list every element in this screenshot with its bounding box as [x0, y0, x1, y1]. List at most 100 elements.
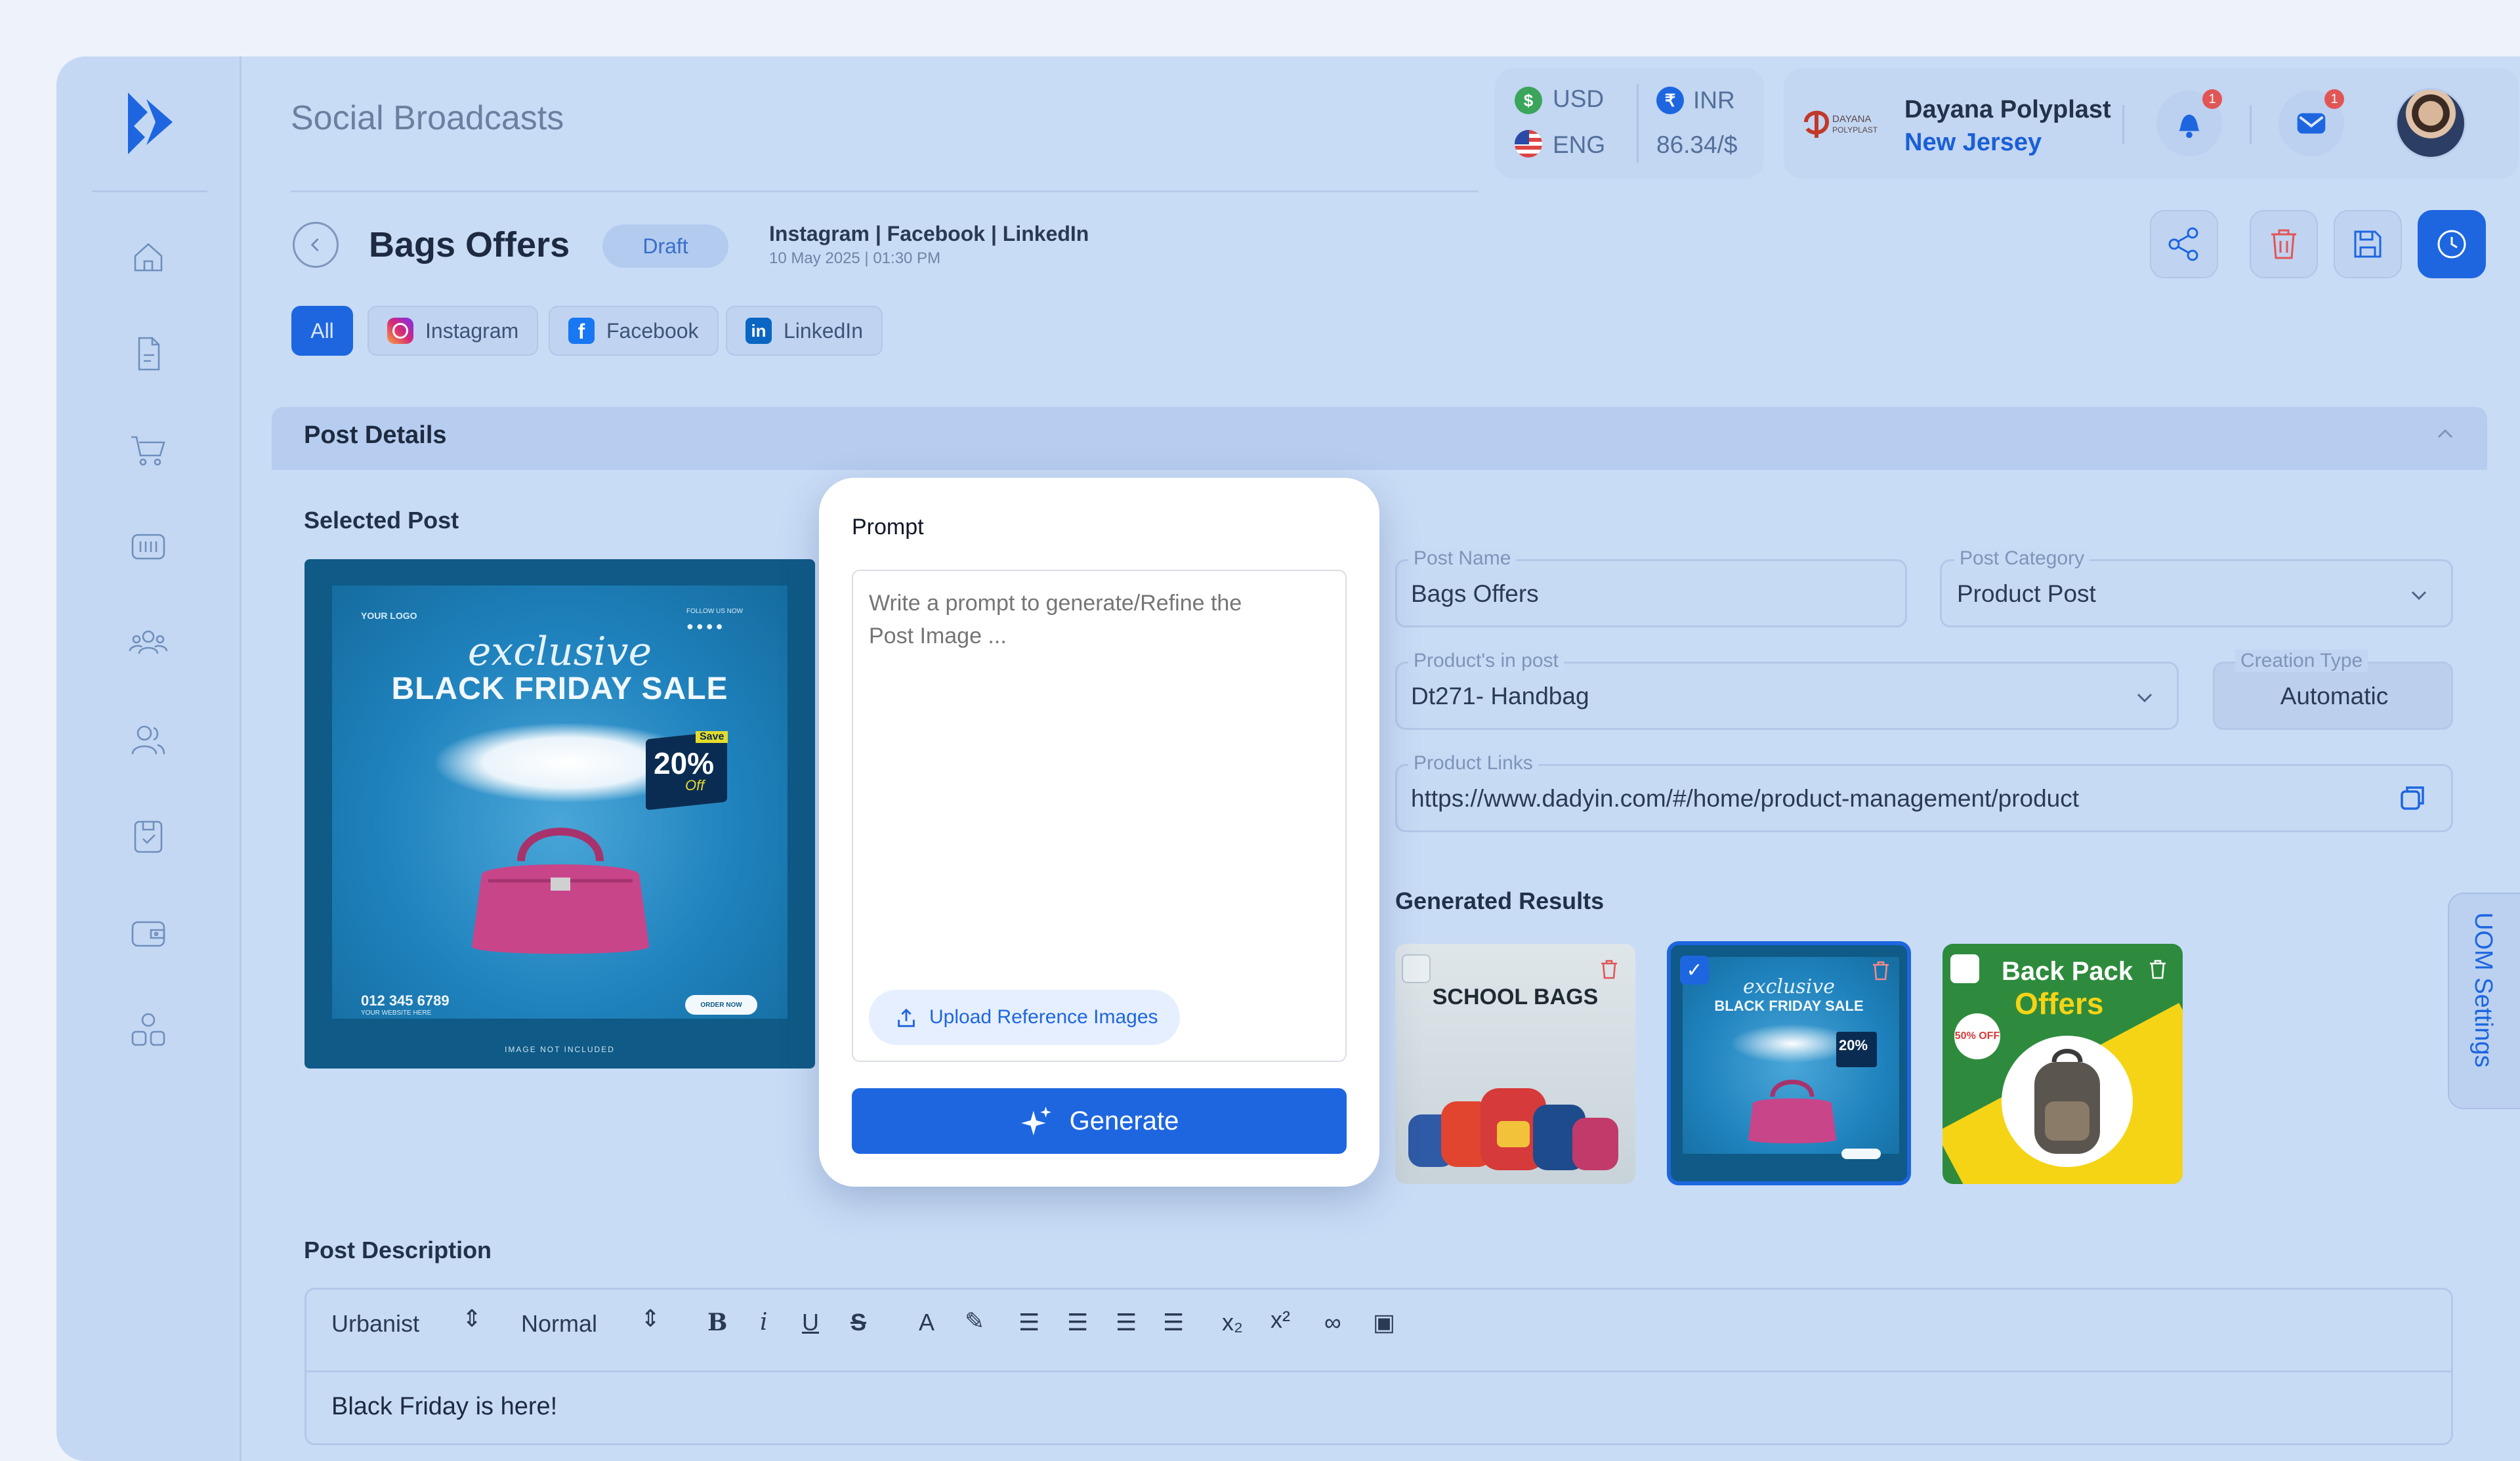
app-logo[interactable] — [115, 86, 187, 158]
document-icon[interactable] — [125, 330, 172, 377]
company-logo: DAYANA POLYPLAST — [1801, 102, 1886, 142]
facebook-icon: f — [568, 318, 595, 344]
indent-left-icon[interactable]: ☰ — [1116, 1309, 1137, 1336]
currency-panel[interactable]: $ USD ENG ₹ INR 86.34/$ — [1495, 68, 1764, 179]
filter-facebook[interactable]: f Facebook — [549, 306, 719, 356]
toolbar-divider — [304, 1370, 2453, 1372]
share-button[interactable] — [2150, 210, 2218, 278]
chevron-down-icon — [2406, 582, 2432, 608]
superscript-icon[interactable]: x² — [1270, 1306, 1290, 1334]
prompt-modal: Prompt Upload Reference Images Generate — [819, 478, 1379, 1187]
bell-icon — [2179, 114, 2200, 138]
trash-icon — [2271, 229, 2296, 259]
link-icon[interactable]: ∞ — [1324, 1309, 1341, 1336]
post-category-label: Post Category — [1954, 547, 2090, 570]
status-badge: Draft — [602, 224, 728, 268]
filter-all[interactable]: All — [291, 306, 353, 356]
subscript-icon[interactable]: x₂ — [1222, 1309, 1243, 1336]
pink-handbag-image — [462, 815, 659, 954]
order-pill — [1841, 1149, 1881, 1159]
post-name-label: Post Name — [1408, 547, 1517, 570]
barcode-icon[interactable] — [125, 523, 172, 570]
bold-icon[interactable]: B — [707, 1309, 727, 1336]
delete-button[interactable] — [2250, 210, 2318, 278]
strikethrough-icon[interactable]: S — [850, 1309, 866, 1336]
result-card-3[interactable]: Back Pack Offers 50% OFF — [1942, 944, 2183, 1184]
product-links-label: Product Links — [1408, 752, 1538, 774]
filter-all-label: All — [310, 318, 334, 343]
chevron-up-icon[interactable] — [2432, 420, 2458, 446]
company-divider — [2122, 105, 2124, 144]
prompt-input[interactable] — [868, 585, 1277, 956]
result-card-2[interactable]: ✓ exclusive BLACK FRIDAY SALE 20% — [1667, 941, 1911, 1185]
save-button[interactable] — [2334, 210, 2402, 278]
image-insert-icon[interactable]: ▣ — [1373, 1309, 1395, 1336]
generate-button[interactable]: Generate — [852, 1088, 1347, 1154]
italic-icon[interactable]: i — [760, 1309, 768, 1336]
instagram-icon — [387, 318, 413, 344]
bullet-list-icon[interactable]: ☰ — [1067, 1309, 1088, 1336]
users-icon[interactable] — [125, 716, 172, 763]
back-button[interactable] — [293, 222, 339, 268]
sidebar-divider — [92, 190, 207, 192]
text-color-icon[interactable]: A — [919, 1309, 934, 1336]
font-size-stepper-icon[interactable]: ⇕ — [640, 1305, 660, 1332]
filter-linkedin-label: LinkedIn — [784, 318, 863, 343]
post-date: 10 May 2025 | 01:30 PM — [769, 249, 941, 267]
modules-icon[interactable] — [125, 1006, 172, 1053]
home-icon[interactable] — [125, 234, 172, 281]
result-3-title: Back Pack — [2002, 957, 2133, 986]
indent-right-icon[interactable]: ☰ — [1163, 1309, 1184, 1336]
trash-icon[interactable] — [2145, 956, 2171, 982]
post-phone: 012 345 6789 — [361, 992, 450, 1009]
products-label: Product's in post — [1408, 650, 1564, 672]
font-family-select[interactable]: Urbanist — [331, 1310, 419, 1338]
company-divider-2 — [2250, 105, 2252, 144]
underline-icon[interactable]: U — [802, 1309, 819, 1336]
checklist-icon[interactable] — [125, 813, 172, 860]
result-3-checkbox[interactable] — [1950, 954, 1979, 983]
wallet-icon[interactable] — [125, 909, 172, 956]
schedule-button[interactable] — [2418, 210, 2486, 278]
result-card-1[interactable]: SCHOOL BAGS — [1395, 944, 1635, 1184]
upload-reference-button[interactable]: Upload Reference Images — [869, 990, 1180, 1045]
currency-divider — [1637, 84, 1639, 163]
generate-label: Generate — [1069, 1106, 1179, 1135]
prompt-title: Prompt — [852, 515, 924, 540]
post-details-header[interactable] — [272, 407, 2487, 470]
post-website: YOUR WEBSITE HERE — [361, 1009, 432, 1017]
result-1-checkbox[interactable] — [1402, 954, 1431, 983]
ordered-list-icon[interactable]: ☰ — [1018, 1309, 1040, 1336]
trash-icon[interactable] — [1596, 956, 1622, 982]
upload-reference-label: Upload Reference Images — [929, 1006, 1158, 1028]
selected-post-image[interactable]: YOUR LOGO FOLLOW US NOW ●●●● exclusive B… — [304, 559, 815, 1069]
uom-settings-tab[interactable]: UOM Settings — [2448, 893, 2520, 1109]
team-icon[interactable] — [125, 620, 172, 667]
dollar-coin-icon: $ — [1515, 87, 1542, 114]
post-headline: BLACK FRIDAY SALE — [391, 671, 728, 706]
post-description-text: Black Friday is here! — [331, 1393, 558, 1420]
post-platforms: Instagram | Facebook | LinkedIn — [769, 222, 1089, 245]
font-family-stepper-icon[interactable]: ⇕ — [462, 1305, 482, 1332]
post-script-text: exclusive — [467, 629, 652, 675]
highlight-icon[interactable]: ✎ — [965, 1307, 984, 1335]
result-2-script: exclusive — [1742, 975, 1836, 998]
header-divider — [291, 190, 1479, 192]
svg-text:DAYANA: DAYANA — [1832, 114, 1871, 125]
font-size-select[interactable]: Normal — [521, 1310, 597, 1338]
upload-icon — [898, 1008, 915, 1027]
svg-text:POLYPLAST: POLYPLAST — [1832, 125, 1878, 135]
result-3-subtitle: Offers — [2015, 986, 2104, 1021]
filter-linkedin[interactable]: in LinkedIn — [726, 306, 883, 356]
avatar[interactable] — [2395, 88, 2466, 159]
post-details-title: Post Details — [304, 421, 447, 449]
notification-badge: 1 — [2202, 89, 2222, 109]
cart-icon[interactable] — [125, 427, 172, 474]
pink-handbag-image — [1743, 1074, 1841, 1146]
messages-badge: 1 — [2324, 89, 2344, 109]
filter-instagram[interactable]: Instagram — [368, 306, 539, 356]
share-icon — [2168, 227, 2198, 261]
sparkle-icon — [1020, 1107, 1051, 1135]
copy-icon[interactable] — [2397, 781, 2429, 814]
post-order-button: ORDER NOW — [685, 995, 757, 1015]
